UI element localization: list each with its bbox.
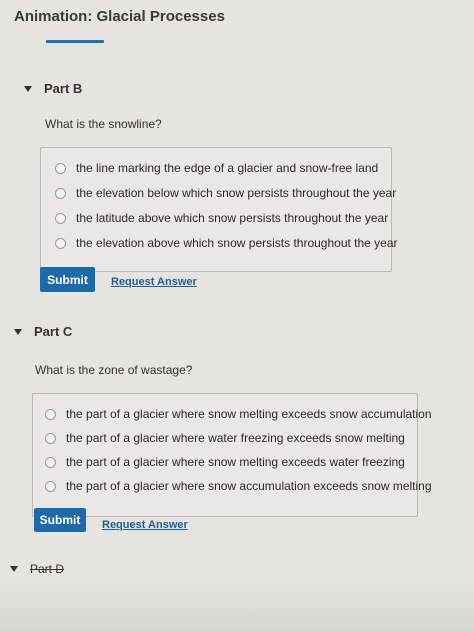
choice-label: the elevation above which snow persists … (76, 236, 398, 250)
radio-button[interactable] (45, 456, 56, 468)
radio-button[interactable] (45, 480, 56, 492)
part-c-choice-4[interactable]: the part of a glacier where snow accumul… (45, 479, 432, 493)
part-c-choice-1[interactable]: the part of a glacier where snow melting… (45, 407, 432, 421)
part-d-label[interactable]: Part D (30, 562, 64, 576)
choice-label: the part of a glacier where water freezi… (66, 431, 405, 445)
part-b-label: Part B (44, 81, 83, 96)
part-c-label: Part C (34, 324, 73, 339)
part-c-header[interactable]: Part C (14, 324, 72, 339)
radio-button[interactable] (55, 212, 66, 224)
expand-caret-icon (10, 566, 18, 572)
choice-label: the part of a glacier where snow accumul… (66, 479, 432, 493)
radio-button[interactable] (55, 237, 66, 249)
part-b-submit-button[interactable]: Submit (40, 267, 95, 292)
part-c-question: What is the zone of wastage? (35, 363, 193, 377)
radio-button[interactable] (55, 187, 66, 199)
choice-label: the line marking the edge of a glacier a… (76, 161, 379, 175)
page-title: Animation: Glacial Processes (14, 8, 225, 25)
radio-button[interactable] (45, 408, 56, 420)
part-b-choice-4[interactable]: the elevation above which snow persists … (55, 236, 398, 250)
part-b-request-answer-link[interactable]: Request Answer (111, 276, 197, 288)
choice-label: the part of a glacier where snow melting… (66, 407, 432, 421)
choice-label: the latitude above which snow persists t… (76, 211, 389, 225)
part-c-choice-3[interactable]: the part of a glacier where snow melting… (45, 455, 405, 469)
title-underline (46, 40, 104, 43)
part-b-question: What is the snowline? (45, 117, 162, 131)
part-c-choices: the part of a glacier where snow melting… (32, 393, 432, 517)
page-bottom-area (0, 585, 474, 632)
part-c-request-answer-link[interactable]: Request Answer (102, 519, 188, 531)
choice-label: the elevation below which snow persists … (76, 186, 397, 200)
part-b-header[interactable]: Part B (24, 81, 82, 96)
part-c-submit-button[interactable]: Submit (34, 508, 86, 532)
part-b-choices: the line marking the edge of a glacier a… (40, 147, 398, 272)
part-b-choice-1[interactable]: the line marking the edge of a glacier a… (55, 161, 378, 175)
radio-button[interactable] (55, 162, 66, 174)
collapse-caret-icon (14, 328, 22, 335)
part-b-choice-3[interactable]: the latitude above which snow persists t… (55, 211, 388, 225)
part-b-choice-2[interactable]: the elevation below which snow persists … (55, 186, 396, 200)
choice-label: the part of a glacier where snow melting… (66, 455, 405, 469)
radio-button[interactable] (45, 432, 56, 444)
collapse-caret-icon (24, 85, 32, 92)
part-c-choice-2[interactable]: the part of a glacier where water freezi… (45, 431, 405, 445)
